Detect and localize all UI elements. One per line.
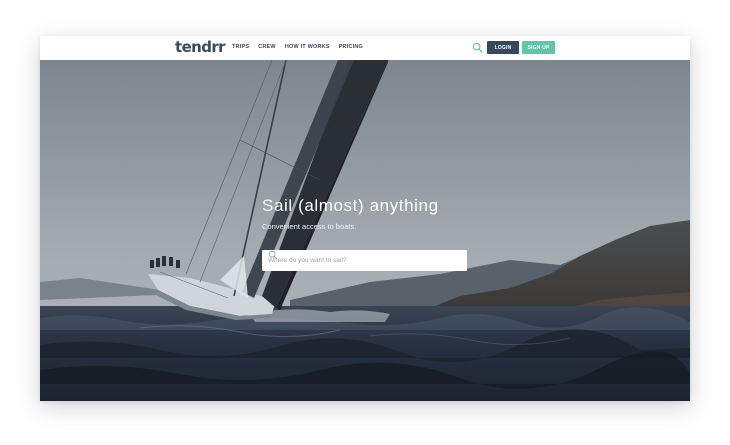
hero-subheadline: Convenient access to boats. [262,222,357,231]
hero-background-image [40,60,690,401]
hero-headline: Sail (almost) anything [262,196,439,215]
nav-link-pricing[interactable]: PRICING [339,44,363,50]
hero-section: Sail (almost) anything Convenient access… [40,60,690,401]
hero-search-bar[interactable] [262,250,467,271]
brand-logo[interactable]: tendrr [175,38,226,56]
nav-links: TRIPS CREW HOW IT WORKS PRICING [232,44,363,50]
nav-link-trips[interactable]: TRIPS [232,44,249,50]
login-button[interactable]: LOGIN [487,41,519,54]
nav-link-crew[interactable]: CREW [258,44,276,50]
top-navbar: tendrr TRIPS CREW HOW IT WORKS PRICING L… [40,36,690,60]
destination-search-input[interactable] [268,257,438,264]
nav-link-how-it-works[interactable]: HOW IT WORKS [285,44,330,50]
signup-button[interactable]: SIGN UP [522,41,555,54]
search-icon [268,250,278,260]
search-icon[interactable] [472,42,483,53]
browser-frame: tendrr TRIPS CREW HOW IT WORKS PRICING L… [40,36,690,401]
